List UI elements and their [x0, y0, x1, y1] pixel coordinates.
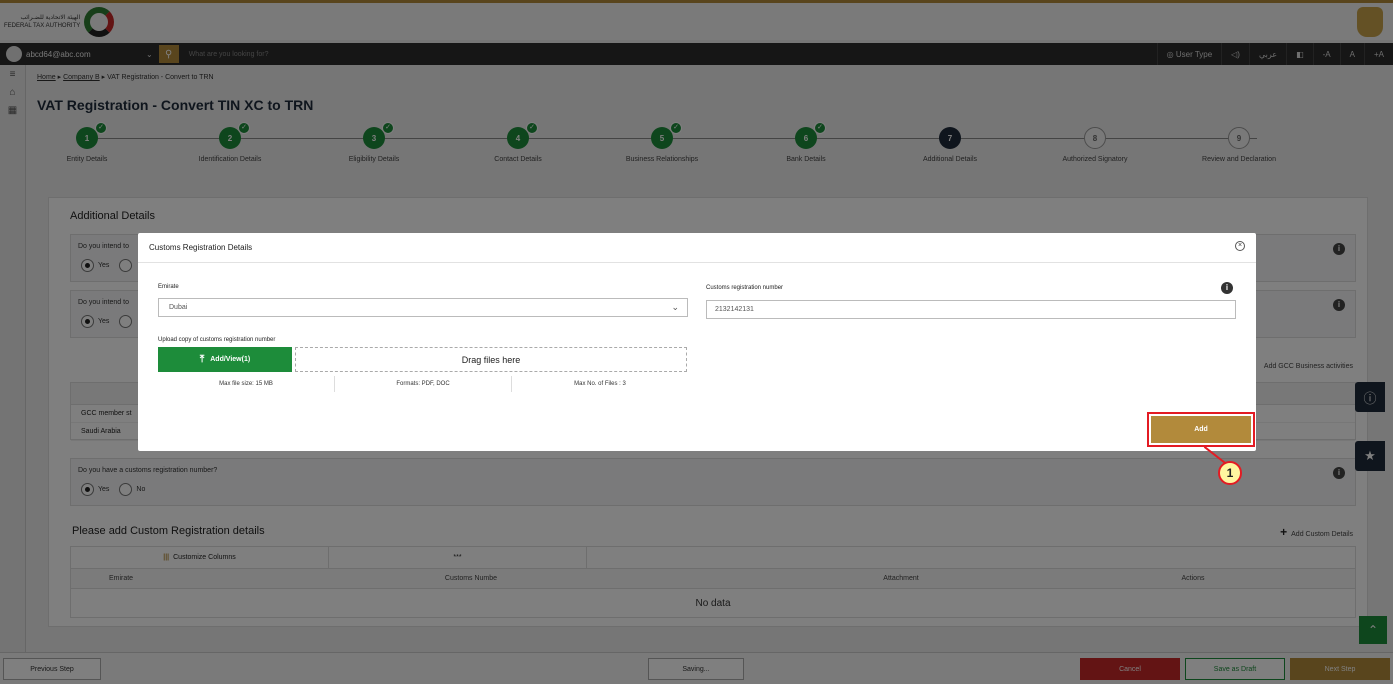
- info-icon[interactable]: i: [1221, 282, 1233, 294]
- upload-button-label: Add/View(1): [210, 356, 251, 363]
- upload-label: Upload copy of customs registration numb…: [158, 337, 276, 343]
- customs-registration-modal: Customs Registration Details × Emirate D…: [138, 233, 1256, 451]
- file-constraints: Max file size: 15 MB Formats: PDF, DOC M…: [158, 376, 688, 392]
- max-file-size: Max file size: 15 MB: [158, 376, 335, 392]
- modal-title: Customs Registration Details: [149, 243, 253, 252]
- emirate-label: Emirate: [158, 284, 179, 290]
- emirate-select[interactable]: Dubai ⌄: [158, 298, 688, 317]
- max-files: Max No. of Files : 3: [574, 381, 626, 387]
- chevron-down-icon: ⌄: [671, 302, 679, 312]
- upload-icon: ⤒: [199, 354, 205, 365]
- add-button[interactable]: Add: [1147, 412, 1255, 447]
- close-icon[interactable]: ×: [1235, 241, 1245, 251]
- file-drop-zone[interactable]: Drag files here: [295, 347, 687, 372]
- customs-number-label: Customs registration number: [706, 285, 784, 291]
- customs-number-input[interactable]: 2132142131: [706, 300, 1236, 319]
- modal-divider: [138, 262, 1256, 263]
- add-view-upload-button[interactable]: ⤒ Add/View(1): [158, 347, 292, 372]
- allowed-formats: Formats: PDF, DOC: [335, 376, 512, 392]
- callout-marker: 1: [1218, 461, 1242, 485]
- emirate-selected-value: Dubai: [169, 304, 188, 311]
